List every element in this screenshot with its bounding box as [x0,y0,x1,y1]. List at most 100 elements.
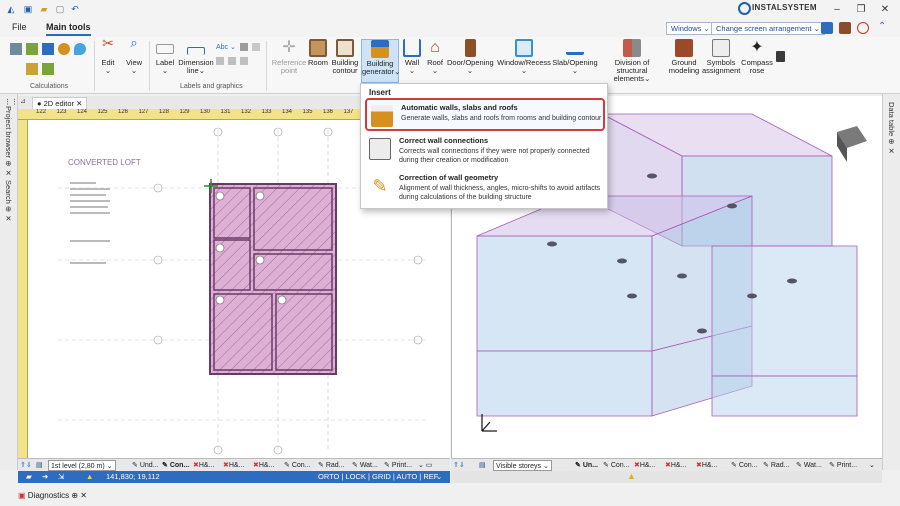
ruler-tick-label: 129 [179,109,190,115]
label-tools: Abc ⌄ [216,43,262,77]
status-menu-icon[interactable]: ⌄ [436,471,442,483]
building-generator-button[interactable]: Building generator⌄ [361,39,400,83]
pin-icon[interactable]: ⊿ [20,97,26,105]
close-window-button[interactable]: ✕ [874,2,896,17]
warning-icon[interactable]: ▲ [627,471,636,481]
wall-button[interactable]: Wall ⌄ [401,39,423,83]
tabs-menu-icon[interactable]: ⌄ [869,460,875,471]
calc-tool-icon[interactable] [26,43,38,55]
windows-dropdown[interactable]: Windows ⌄ [666,22,715,35]
level-up-icon[interactable]: ⇑⇓ [453,460,465,471]
data-table-tab[interactable]: Data table ⊕ ✕ [887,102,896,156]
slab-opening-button[interactable]: Slab/Opening ⌄ [552,39,598,83]
branch-tab[interactable]: ✎ Con... [603,460,630,471]
image-icon[interactable] [240,57,248,65]
save-icon[interactable]: ▣ [22,3,34,15]
battery-icon[interactable] [776,51,785,62]
layers-icon[interactable]: ▤ [36,460,43,471]
legend-lines [70,182,110,264]
branch-tab[interactable]: ✎ Rad... [763,460,790,471]
view-button[interactable]: ⌕ View ⌄ [124,35,144,83]
branch-tab[interactable]: ✖H&... [665,460,686,471]
edit-button[interactable]: ✂ Edit ⌄ [98,36,118,83]
restore-button[interactable]: ❐ [850,2,872,17]
menu-main-tools[interactable]: Main tools [46,22,91,36]
calc-tool-icon[interactable] [42,43,54,55]
compass-rose-label: Compass rose [741,58,773,75]
dimension-line-button[interactable]: Dimension line⌄ [178,39,214,83]
undo-icon[interactable]: ↶ [69,3,81,15]
door-opening-button[interactable]: Door/Opening ⌄ [447,39,494,83]
calc-tool-icon[interactable] [42,63,54,75]
roof-button[interactable]: ⌂ Roof ⌄ [424,39,446,83]
doc-icon[interactable]: ▰ [26,471,32,483]
minimize-button[interactable]: – [826,2,848,17]
branch-tab[interactable]: ✖H&... [253,460,274,471]
snap-modes[interactable]: ORTO | LOCK | GRID | AUTO | REF [318,471,438,483]
arrangement-dropdown[interactable]: Change screen arrangement ⌄ [711,22,825,35]
tab-2d-editor[interactable]: ● 2D editor ✕ [32,97,88,109]
tabs-menu-icon[interactable]: ⌄ ▭ [418,460,432,471]
door-icon [464,39,476,57]
help-icon[interactable] [857,22,869,34]
open-folder-icon[interactable]: ▰ [38,3,50,15]
water-drop-icon[interactable] [74,43,86,55]
branch-tab[interactable]: ✖H&... [634,460,655,471]
compass-rose-button[interactable]: ✦ Compass rose [741,39,773,83]
storeys-select[interactable]: Visible storeys ⌄ [493,460,552,471]
cursor-icon[interactable]: ⇲ [58,471,64,483]
calc-tool-icon[interactable] [58,43,70,55]
text-style-icon[interactable]: Abc ⌄ [216,43,236,51]
building-plan [209,183,337,375]
layer-icon[interactable] [252,43,260,51]
project-browser-tab[interactable]: Project browser ⊕ ✕ [4,106,13,178]
symbol-icon[interactable] [228,57,236,65]
branch-tab[interactable]: ✖H&... [193,460,214,471]
magnifier-icon: ⌕ [130,35,138,50]
library-icon[interactable] [839,22,851,34]
correction-wall-geometry-desc: Alignment of wall thickness, angles, mic… [399,185,601,201]
branch-tab-label: H&... [701,462,718,469]
branch-tab[interactable]: ✎ Un... [575,460,598,471]
calc-tool-icon[interactable] [10,43,22,55]
branch-tab[interactable]: ✎ Wat... [796,460,822,471]
storeys-icon[interactable]: ▤ [479,460,486,471]
collapse-ribbon-icon[interactable]: ⌃ [878,21,886,32]
branch-tab[interactable]: ✎ Con... [162,460,189,471]
branch-tab[interactable]: ✖H&... [696,460,717,471]
calc-tool-icon[interactable] [26,63,38,75]
new-file-icon[interactable]: ▢ [54,3,66,15]
hatch-icon[interactable] [216,57,224,65]
correction-wall-geometry-item[interactable]: ✎ Correction of wall geometry Alignment … [365,170,605,203]
building-contour-button[interactable]: Building contour [330,39,360,83]
symbols-assignment-button[interactable]: Symbols assignment [702,39,740,83]
app-menu-icon[interactable]: ◭ [5,3,17,15]
branch-tab[interactable]: ✎ Con... [284,460,311,471]
branch-tab[interactable]: ✎ Print... [829,460,857,471]
ground-modeling-button[interactable]: Ground modeling [668,39,700,83]
room-button[interactable]: Room [307,39,329,83]
branch-tab[interactable]: ✖H&... [223,460,244,471]
menu-file[interactable]: File [12,22,27,32]
arrow-icon[interactable]: ➜ [42,471,48,483]
level-up-icon[interactable]: ⇑⇓ [20,460,32,471]
reference-point-button[interactable]: ✛ Reference point [270,39,308,83]
window-recess-button[interactable]: Window/Recess ⌄ [497,39,551,83]
close-tab-icon[interactable]: ✕ [76,99,82,108]
correct-wall-connections-item[interactable]: Correct wall connections Corrects wall c… [365,133,605,166]
level-select[interactable]: 1st level (2,80 m) ⌄ [48,460,116,471]
grid-icon[interactable] [240,43,248,51]
branch-tab[interactable]: ✎ Print... [384,460,412,471]
branch-tab[interactable]: ✎ Con... [731,460,758,471]
branch-tab[interactable]: ✎ Wat... [352,460,378,471]
label-button[interactable]: Label ⌄ [152,39,178,83]
branch-tab[interactable]: ✎ Rad... [318,460,345,471]
automatic-walls-item[interactable]: Automatic walls, slabs and roofs Generat… [365,98,605,131]
layout-icon[interactable] [821,22,833,34]
right-dock: Data table ⊕ ✕ [882,94,900,470]
branch-tab[interactable]: ✎ Und... [132,460,159,471]
diagnostics-panel-tab[interactable]: ▣ Diagnostics ⊕ ✕ [18,490,98,502]
search-tab[interactable]: Search ⊕ ✕ [4,180,13,223]
warning-icon[interactable]: ▲ [86,471,93,483]
division-button[interactable]: Division of structural elements⌄ [599,39,665,83]
